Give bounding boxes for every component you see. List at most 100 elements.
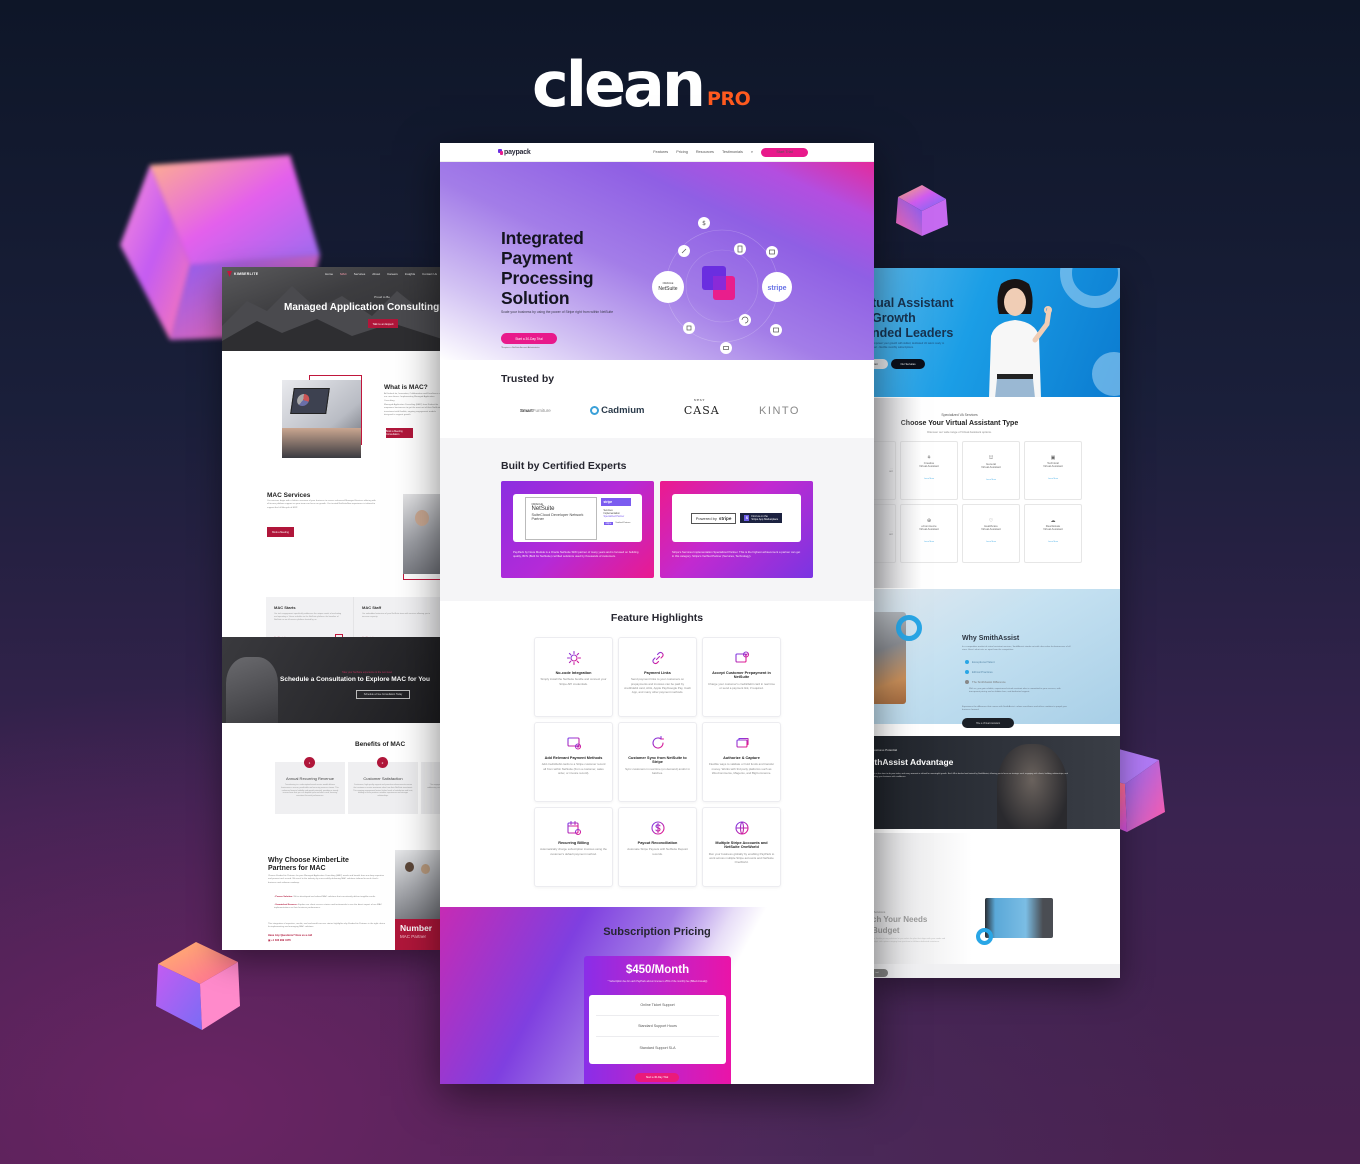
feature-title: Payment Links [644,671,671,675]
book-meeting-button[interactable]: Book a Meeting [267,527,294,537]
get-started-button[interactable]: ted [872,969,888,977]
nav-insights[interactable]: Insights [405,272,415,276]
feature-title: No-code Integration [555,671,592,675]
price-note: * Subscription fee for each PayPack add-… [607,980,708,983]
va-tile[interactable]: … ant [872,441,896,500]
svg-text:NetSuite: NetSuite [658,286,677,292]
mac-laptop-image [282,380,361,458]
stripe-partner-text: Stripe's Services Implementation Special… [672,550,801,559]
va-tile-technical[interactable]: ▣ Technical Virtual Assistant Learn More [1024,441,1082,500]
hero-title: Integrated Payment Processing Solution [501,228,594,308]
pricing-title: ch Your Needs Budget [872,915,928,935]
hero-title: tual Assistant Growth nded Leaders [872,296,954,340]
feature-card: Payout Reconciliation Automate Stripe Pay… [618,807,697,887]
nest-casa-logo: NEST CASA [683,398,720,417]
why-closing-text: This integration of expertise, results, … [268,923,386,929]
feature-title: Accept Customer Prepayment in NetSuite [712,671,771,680]
paypack-logo[interactable]: paypack [498,149,531,156]
search-icon[interactable]: ⌕ [751,150,753,154]
nav-mac[interactable]: MAC [340,272,347,276]
start-trial-pricing-button[interactable]: Start a 30-Day Trial [635,1073,679,1082]
feature-description: Add credit/debit cards to a Stripe custo… [541,762,606,775]
why-bullet: • Unmatched Success: Explore our client … [274,904,382,910]
feature-card: Payment Links Send payment links to your … [618,637,697,717]
mac-services-title: MAC Services [267,492,311,499]
features-title: Feature Highlights [610,612,704,624]
feature-title: Recurring Billing [558,841,589,845]
learn-more-link[interactable]: Learn More [963,479,1019,481]
smiling-woman-photo [989,279,1052,397]
why-choose-title: Why Choose KimberLite Partners for MAC [268,857,349,872]
learn-more-link[interactable]: Learn More [963,541,1019,543]
terminal-icon [720,342,732,354]
cadmium-logo: Cadmium [590,405,644,416]
nav-features[interactable]: Features [653,150,668,154]
cube-decoration-small-top [892,183,950,238]
nav-about[interactable]: About [372,272,380,276]
va-tile-creative[interactable]: ⚘ Creative Virtual Assistant Learn More [900,441,958,500]
why-text: In a competitive market of virtual assis… [962,646,1071,651]
benefit-card: 1 Annual Recurring Revenue Transitioning… [275,757,345,814]
nav-testimonials[interactable]: Testimonials [722,150,743,154]
hero-title: Managed Application Consulting [284,302,440,313]
va-tile[interactable]: … ant [872,504,896,563]
feature-card: Add Relevant Payment Methods Add credit/d… [534,722,613,802]
decorative-circle [1092,352,1120,396]
our-services-button[interactable]: Our Services [891,359,925,369]
brand-logo: clean PRO [532,54,751,116]
nav-contact[interactable]: Contact Us [422,272,437,276]
learn-more-link[interactable]: Learn More [1025,541,1081,543]
hero-subtitle: Empower your growth with skilled, dedica… [872,342,945,349]
kimberlite-logo[interactable]: KIMBERLITE [227,271,258,277]
nav-careers[interactable]: Careers [387,272,398,276]
learn-more-link[interactable]: Learn More [901,478,957,480]
paypack-navbar: paypack Features Pricing Resources Testi… [440,143,874,162]
netsuite-partner-text: PayPack by Nova Module is a Oracle NetSu… [513,550,639,559]
schedule-consultation-button[interactable]: Schedule a Free Consultation Today [356,690,410,699]
consultant-photo [403,494,442,574]
stripe-partner-card: Powered by stripe S Find us on the Stripe A… [660,481,813,578]
talk-to-expert-button[interactable]: Talk to an Expert [368,319,398,328]
feature-card: Recurring Billing Automatically charge su… [534,807,613,887]
phone-link[interactable]: ▣ +1 333 999 4476 [268,939,291,942]
nav-services[interactable]: Services [354,272,366,276]
sync-icon [739,314,751,326]
man-on-phone-photo [997,744,1067,829]
learn-more-link[interactable]: Learn More [901,541,957,543]
services-kicker: Specialized VA Services [941,413,978,417]
why-item[interactable]: Exceptional Talent [965,660,995,664]
learn-more-link[interactable]: Learn More [1025,478,1081,480]
kimberlite-navbar: KIMBERLITE Home MAC Services About Caree… [222,267,442,281]
feature-title: Add Relevant Payment Methods [544,756,603,760]
kinto-logo: KINTO [759,404,800,417]
globe-icon [734,821,749,835]
why-item[interactable]: The SmithAssist Difference [965,680,1006,684]
why-item[interactable]: Ethical Practices [965,670,993,674]
decorative-ring [1060,268,1120,308]
svg-text:$: $ [702,220,706,227]
book-consultation-button[interactable]: Book a Meeting Consultation [386,428,413,438]
powered-by-stripe-badge: Powered by stripe [690,512,737,524]
woman-photo [226,657,278,723]
va-tile-ecommerce[interactable]: ⊕ eCommerce Virtual Assistant Learn More [900,504,958,563]
pricing-card: $450/Month * Subscription fee for each P… [584,956,731,1084]
va-tile-general[interactable]: ⛫ General Virtual Assistant Learn More [962,441,1020,500]
decorative-ring [976,928,993,945]
cards-icon [735,737,749,748]
contact-label: Have Any Questions? Give us a call [268,934,313,937]
hero-kicker: Proud to Be [374,295,390,299]
contact-button[interactable]: tact [872,359,888,369]
nav-pricing[interactable]: Pricing [676,150,688,154]
stripe-marketplace-badge[interactable]: S Find us on the Stripe App Marketplace [740,513,783,523]
cadmium-icon [590,406,600,415]
va-tile-real-estate[interactable]: ☁ Real Estate Virtual Assistant Learn More [1024,504,1082,563]
va-tile-healthcare[interactable]: ♡ Healthcare Virtual Assistant Learn More [962,504,1020,563]
nav-home[interactable]: Home [325,272,333,276]
hire-va-button[interactable]: Hire a Virtual Assistant [962,718,1014,728]
start-trial-nav-button[interactable]: Start Trial [761,147,808,157]
advantage-title: ithAssist Advantage [872,757,954,767]
start-trial-hero-button[interactable]: Start a 30-Day Trial [501,333,557,344]
mountain-background [222,286,442,351]
smithassist-hero: tual Assistant Growth nded Leaders Empow… [872,268,1120,397]
nav-resources[interactable]: Resources [696,150,714,154]
